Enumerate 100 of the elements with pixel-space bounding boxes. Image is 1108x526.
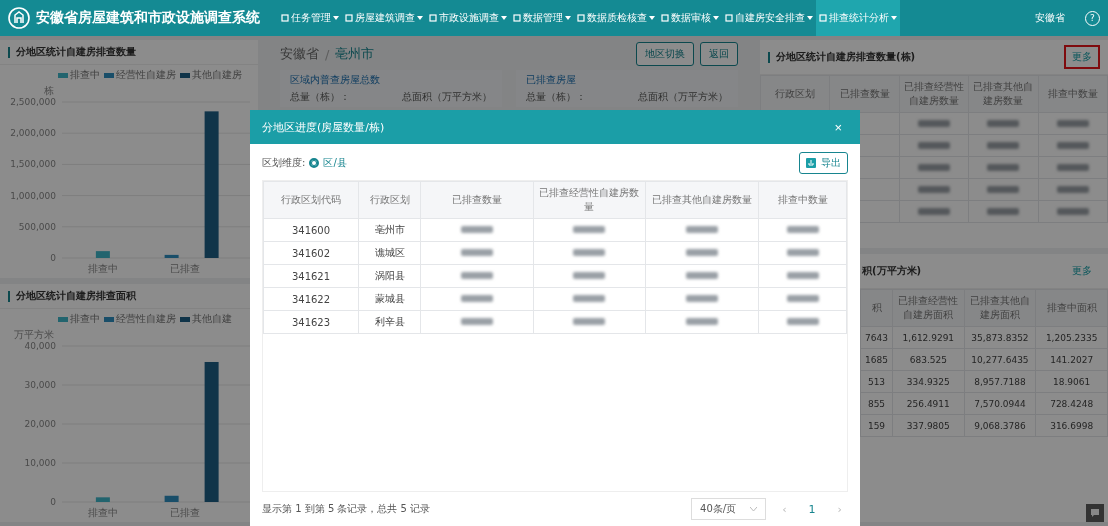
table-cell: 8,957.7188 [964, 370, 1036, 393]
legend-label: 经营性自建房 [116, 68, 176, 82]
more-link[interactable]: 更多 [1064, 45, 1100, 69]
blurred-value [573, 226, 606, 233]
chat-button[interactable] [1086, 504, 1104, 522]
card-title: 已排查房屋 [526, 73, 577, 87]
legend-label: 排查中 [70, 68, 100, 82]
table-cell: 728.4248 [1035, 392, 1108, 415]
tick-label: 2,000,000 [10, 128, 56, 139]
menu-item[interactable]: 自建房安全排查 [722, 0, 816, 36]
caret-icon [333, 16, 339, 20]
logo-icon [8, 7, 30, 29]
table-cell: 316.6998 [1035, 414, 1108, 437]
square-icon [513, 14, 521, 22]
menu-item[interactable]: 任务管理 [278, 0, 342, 36]
table-cell: 341602 [263, 241, 359, 265]
table-cell: 341600 [263, 218, 359, 242]
square-icon [725, 14, 733, 22]
column-header: 行政区划 [760, 75, 830, 113]
table-cell: 683.525 [892, 348, 965, 371]
column-header: 已排查经营性自建房数量 [533, 181, 646, 219]
blurred-value [786, 272, 819, 279]
table-cell: 涡阳县 [358, 264, 421, 288]
blurred-value [786, 318, 819, 325]
page-button[interactable]: 1 [802, 501, 822, 517]
blurred-value [987, 141, 1020, 149]
page-size-select[interactable]: 40条/页 [691, 498, 767, 520]
tick-label: 500,000 [18, 221, 56, 232]
table-cell: 利辛县 [358, 310, 421, 334]
blurred-value [987, 207, 1020, 215]
export-icon [806, 158, 816, 168]
breadcrumb-city: 亳州市 [335, 45, 375, 63]
column-header: 已排查数量 [420, 181, 534, 219]
column-header: 行政区划 [358, 181, 421, 219]
table-cell: 1,612.9291 [892, 326, 965, 349]
caret-icon [891, 16, 897, 20]
blurred-value [1056, 185, 1089, 193]
column-header: 积 [860, 289, 893, 327]
column-header: 排查中数量 [758, 181, 847, 219]
action-button[interactable]: 地区切换 [636, 42, 694, 66]
region-radio[interactable]: 区/县 [309, 156, 347, 170]
app-title: 安徽省房屋建筑和市政设施调查系统 [36, 9, 260, 27]
more-link[interactable]: 更多 [1064, 259, 1100, 283]
chevron-down-icon [750, 507, 758, 511]
caret-icon [713, 16, 719, 20]
blurred-value [460, 226, 493, 233]
menu-item[interactable]: 数据管理 [510, 0, 574, 36]
blurred-value [987, 119, 1020, 127]
blurred-value [573, 249, 606, 256]
menu-item[interactable]: 数据审核 [658, 0, 722, 36]
tick-label: 2,500,000 [10, 97, 56, 107]
column-header: 排查中数量 [1038, 75, 1108, 113]
user-name[interactable]: 安徽省 [1035, 11, 1065, 25]
breadcrumb-province[interactable]: 安徽省 [280, 45, 319, 63]
blurred-value [460, 272, 493, 279]
blurred-value [786, 249, 819, 256]
table-cell: 256.4911 [892, 392, 965, 415]
blurred-value [917, 207, 950, 215]
chat-icon [1090, 508, 1100, 518]
radio-dot[interactable] [309, 158, 320, 168]
caret-icon [417, 16, 423, 20]
action-button[interactable]: 返回 [700, 42, 738, 66]
blurred-value [917, 141, 950, 149]
caret-icon [565, 16, 571, 20]
blurred-value [573, 295, 606, 302]
table-cell: 7,570.0944 [964, 392, 1036, 415]
caret-icon [807, 16, 813, 20]
column-header: 排查中面积 [1035, 289, 1108, 327]
blurred-value [686, 295, 719, 302]
table-cell: 蒙城县 [358, 287, 421, 311]
export-button[interactable]: 导出 [799, 152, 848, 174]
menu-item[interactable]: 数据质检核查 [574, 0, 658, 36]
blurred-value [1056, 119, 1089, 127]
record-summary: 显示第 1 到第 5 条记录，总共 5 记录 [262, 502, 431, 516]
tick-label: 30,000 [24, 380, 56, 390]
blurred-value [573, 318, 606, 325]
menu-item[interactable]: 排查统计分析 [816, 0, 900, 36]
panel-title: 分地区统计自建房排查数量(栋) [776, 50, 916, 64]
tick-label: 0 [50, 253, 56, 263]
blurred-value [573, 272, 606, 279]
blurred-value [686, 249, 719, 256]
legend-label: 经营性自建房 [116, 312, 176, 326]
chart-title: 分地区统计自建房排查面积 [16, 289, 136, 303]
blurred-value [686, 226, 719, 233]
table-cell: 10,277.6435 [964, 348, 1036, 371]
menu-item[interactable]: 市政设施调查 [426, 0, 510, 36]
column-header: 已排查其他自建房数量 [645, 181, 759, 219]
card-field: 总面积（万平方米） [402, 90, 492, 104]
menu-item[interactable]: 房屋建筑调查 [342, 0, 426, 36]
modal-title: 分地区进度(房屋数量/栋) [262, 119, 385, 135]
blurred-value [1056, 207, 1089, 215]
blurred-value [917, 185, 950, 193]
tick-label: 20,000 [24, 419, 56, 429]
table-cell: 1,205.2335 [1035, 326, 1108, 349]
blurred-value [917, 163, 950, 171]
caret-icon [649, 16, 655, 20]
card-field: 总面积（万平方米） [638, 90, 728, 104]
blurred-value [987, 163, 1020, 171]
blurred-value [460, 295, 493, 302]
table-cell: 334.9325 [892, 370, 965, 393]
